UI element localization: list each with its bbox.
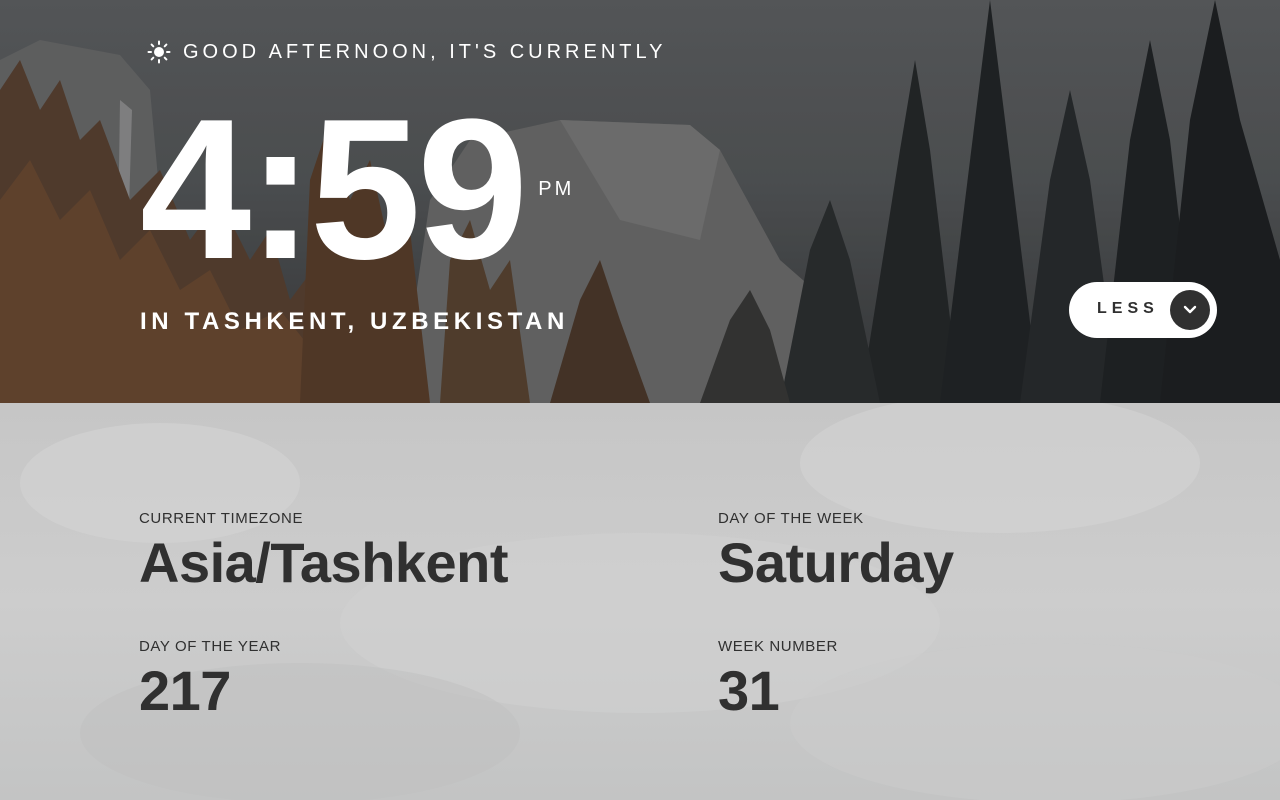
- less-button[interactable]: LESS: [1069, 282, 1217, 338]
- location-label: IN TASHKENT, UZBEKISTAN: [140, 308, 569, 335]
- day-of-week-label: DAY OF THE WEEK: [718, 510, 864, 527]
- day-of-week-value: Saturday: [718, 531, 954, 594]
- timezone-value: Asia/Tashkent: [139, 531, 509, 594]
- clock: 4:59 PM: [140, 78, 575, 301]
- day-of-year-label: DAY OF THE YEAR: [139, 638, 282, 655]
- week-number-label: WEEK NUMBER: [718, 638, 838, 655]
- less-button-label: LESS: [1097, 300, 1159, 317]
- day-of-year-info: DAY OF THE YEAR 217: [139, 638, 281, 721]
- time-period: PM: [538, 178, 575, 200]
- greeting: GOOD AFTERNOON, IT'S CURRENTLY: [147, 40, 666, 64]
- week-number-value: 31: [718, 659, 780, 722]
- panel-background-texture: [20, 403, 1280, 800]
- week-number-info: WEEK NUMBER 31: [718, 638, 838, 721]
- chevron-down-icon[interactable]: [1170, 290, 1210, 330]
- timezone-label: CURRENT TIMEZONE: [139, 510, 304, 527]
- day-of-year-value: 217: [139, 659, 231, 722]
- sun-icon: [147, 40, 171, 64]
- app-root: GOOD AFTERNOON, IT'S CURRENTLY 4:59 PM I…: [0, 0, 1280, 800]
- current-time: 4:59: [140, 78, 528, 301]
- timezone-info: CURRENT TIMEZONE Asia/Tashkent: [139, 510, 509, 594]
- greeting-text: GOOD AFTERNOON, IT'S CURRENTLY: [183, 40, 667, 63]
- details-panel: CURRENT TIMEZONE Asia/Tashkent DAY OF TH…: [0, 403, 1280, 800]
- day-of-week-info: DAY OF THE WEEK Saturday: [718, 510, 954, 593]
